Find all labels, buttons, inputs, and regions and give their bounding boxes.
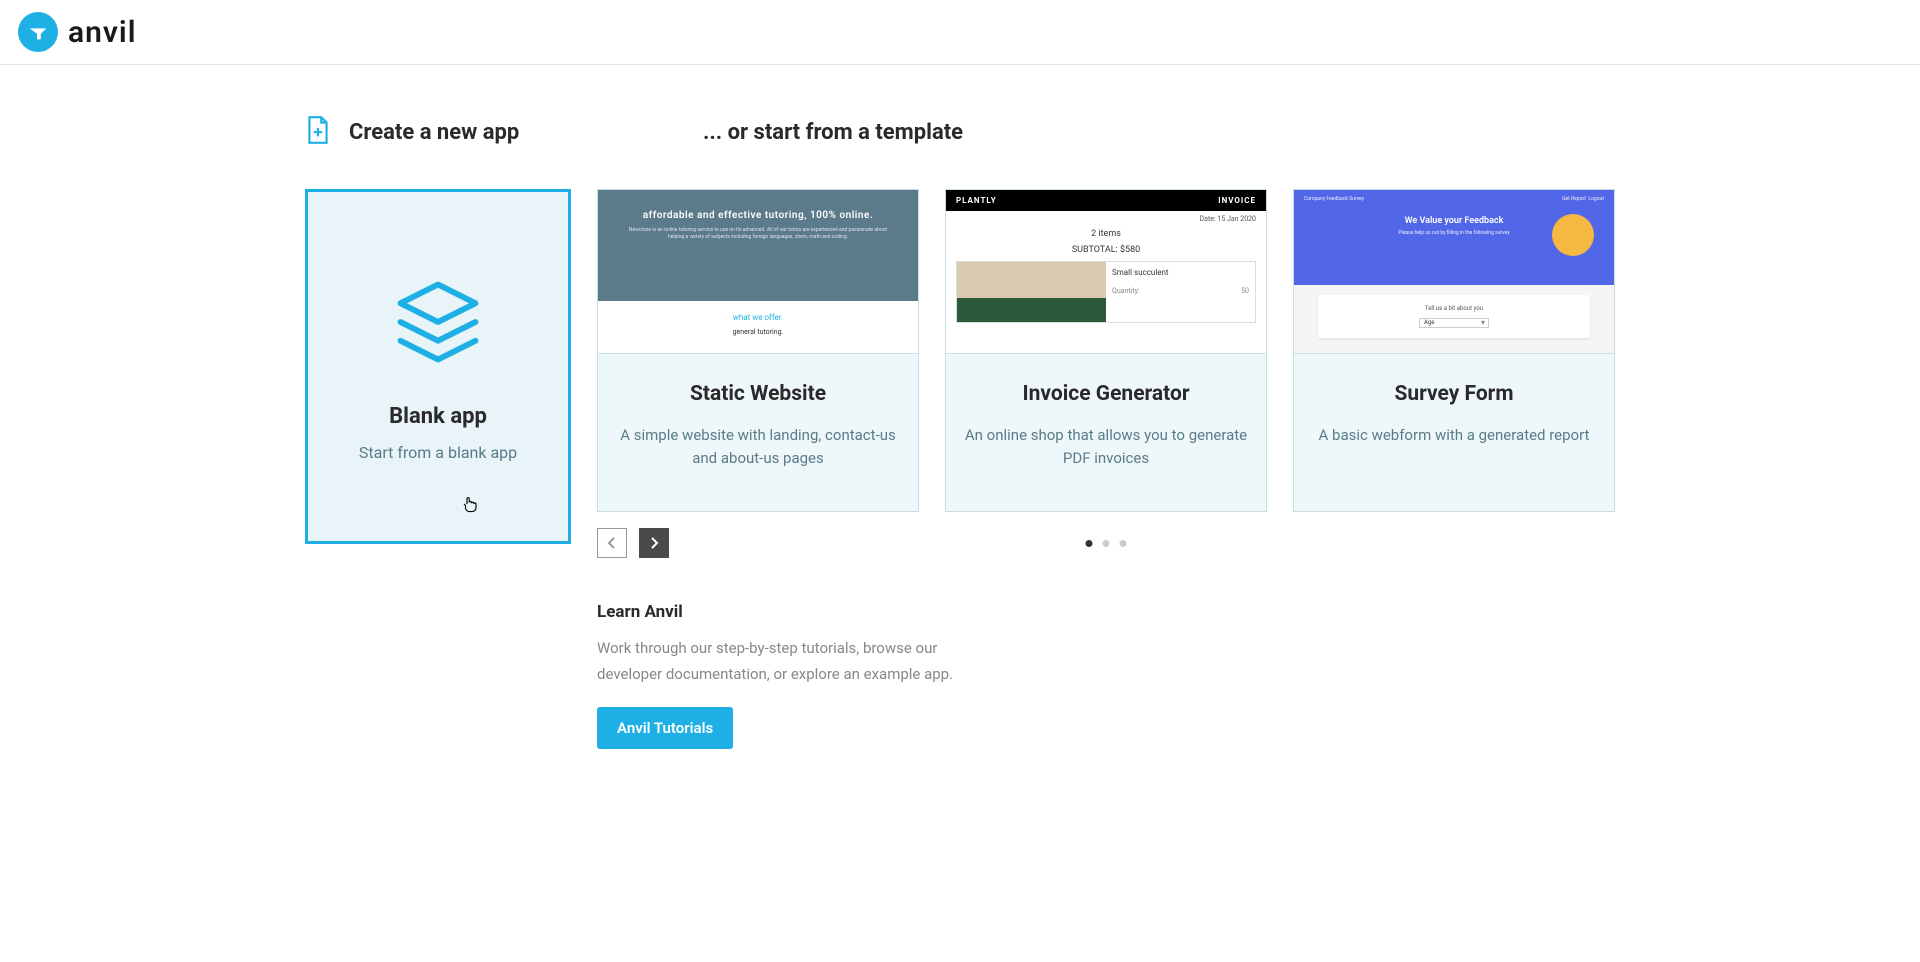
preview-blurb: Newclone is an online tutoring service t… (598, 227, 918, 241)
carousel-dots (1086, 540, 1127, 547)
template-title: Survey Form (1312, 382, 1596, 406)
cursor-icon (461, 495, 479, 517)
template-preview: affordable and effective tutoring, 100% … (598, 190, 918, 353)
chevron-right-icon (649, 536, 659, 550)
preview-label: INVOICE (1218, 196, 1256, 205)
preview-section-sub: general tutoring. (598, 328, 918, 336)
template-title: Static Website (616, 382, 900, 406)
blank-subtitle: Start from a blank app (359, 443, 517, 462)
preview-qty: 50 (1241, 287, 1249, 295)
logo-icon (18, 12, 58, 52)
layers-icon (388, 272, 488, 376)
preview-items: 2 items (946, 225, 1266, 243)
preview-select: Age (1419, 318, 1489, 328)
template-header: ... or start from a template (703, 120, 963, 145)
template-card-survey-form[interactable]: Company Feedback Survey Get Report Logou… (1293, 189, 1615, 512)
preview-subtotal: SUBTOTAL: $580 (946, 243, 1266, 261)
learn-desc: Work through our step-by-step tutorials,… (597, 636, 997, 687)
template-desc: A basic webform with a generated report (1312, 424, 1596, 447)
preview-date: Date: 15 Jan 2020 (946, 211, 1266, 225)
template-title: Invoice Generator (964, 382, 1248, 406)
template-desc: A simple website with landing, contact-u… (616, 424, 900, 469)
preview-topbar-r1: Get Report (1562, 196, 1586, 202)
anvil-tutorials-button[interactable]: Anvil Tutorials (597, 707, 733, 749)
chevron-left-icon (607, 536, 617, 550)
preview-brand: PLANTLY (956, 196, 997, 205)
preview-avatar (1552, 214, 1594, 256)
learn-title: Learn Anvil (597, 602, 1615, 622)
carousel-dot-3[interactable] (1120, 540, 1127, 547)
brand-text: anvil (68, 15, 137, 50)
carousel-next-button[interactable] (639, 528, 669, 558)
template-card-invoice-generator[interactable]: PLANTLY INVOICE Date: 15 Jan 2020 2 item… (945, 189, 1267, 512)
new-file-icon (305, 115, 331, 149)
preview-qty-label: Quantity: (1112, 287, 1140, 295)
carousel-dot-2[interactable] (1103, 540, 1110, 547)
learn-section: Learn Anvil Work through our step-by-ste… (597, 602, 1615, 749)
blank-title: Blank app (389, 404, 487, 429)
preview-headline: affordable and effective tutoring, 100% … (598, 210, 918, 221)
main-container: Create a new app ... or start from a tem… (220, 65, 1700, 799)
logo[interactable]: anvil (18, 12, 137, 52)
topbar: anvil (0, 0, 1920, 65)
template-preview: PLANTLY INVOICE Date: 15 Jan 2020 2 item… (946, 190, 1266, 353)
create-header: Create a new app (349, 120, 519, 145)
preview-product: Small succulent (1112, 268, 1249, 277)
preview-section: what we offer. (598, 313, 918, 322)
blank-app-card[interactable]: Blank app Start from a blank app (305, 189, 571, 544)
preview-card-label: Tell us a bit about you (1328, 305, 1580, 312)
preview-product-image (957, 262, 1106, 322)
preview-topbar-left: Company Feedback Survey (1304, 196, 1364, 202)
carousel-prev-button[interactable] (597, 528, 627, 558)
carousel-dot-1[interactable] (1086, 540, 1093, 547)
preview-topbar-r2: Logout (1588, 196, 1604, 202)
template-desc: An online shop that allows you to genera… (964, 424, 1248, 469)
template-card-static-website[interactable]: affordable and effective tutoring, 100% … (597, 189, 919, 512)
template-preview: Company Feedback Survey Get Report Logou… (1294, 190, 1614, 353)
